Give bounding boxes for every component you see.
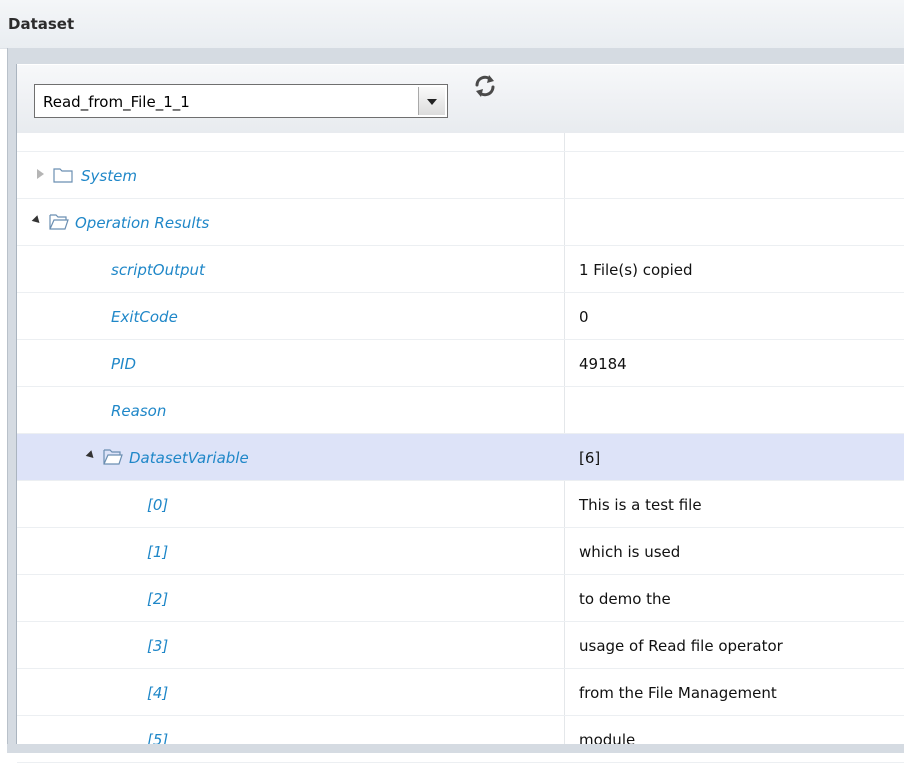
tree-row-item[interactable]: [1] which is used: [17, 528, 904, 575]
tree-row-exit-code[interactable]: ExitCode 0: [17, 293, 904, 340]
tree-row-item[interactable]: [5] module: [17, 716, 904, 763]
folder-open-icon: [103, 449, 123, 465]
tree-label: [2]: [147, 590, 169, 608]
chevron-down-icon[interactable]: [418, 87, 445, 115]
tree-value: to demo the: [579, 590, 671, 608]
tree-label: System: [81, 167, 137, 185]
tree-label: [4]: [147, 684, 169, 702]
tree-row-operation-results[interactable]: Operation Results: [17, 199, 904, 246]
folder-open-icon: [49, 214, 69, 230]
dataset-tree: System Operation Results scriptOutput 1 …: [17, 133, 904, 763]
tree-row-item[interactable]: [2] to demo the: [17, 575, 904, 622]
expand-icon[interactable]: [37, 169, 44, 179]
tree-label: Reason: [111, 402, 167, 420]
tree-value: usage of Read file operator: [579, 637, 783, 655]
dataset-select-value: Read_from_File_1_1: [43, 93, 190, 111]
tree-row-dataset-variable[interactable]: DatasetVariable [6]: [17, 434, 904, 481]
tree-value: 1 File(s) copied: [579, 261, 693, 279]
tree-value: 0: [579, 308, 589, 326]
panel-title: Dataset: [8, 15, 75, 33]
tree-value: from the File Management: [579, 684, 777, 702]
tree-label: [1]: [147, 543, 169, 561]
folder-icon: [53, 168, 73, 183]
tree-row-partial: [17, 133, 904, 152]
tree-label: [0]: [147, 496, 169, 514]
tree-label: PID: [111, 355, 137, 373]
tree-label: DatasetVariable: [129, 449, 249, 467]
tree-row-reason[interactable]: Reason: [17, 387, 904, 434]
refresh-icon[interactable]: [472, 73, 498, 99]
tree-row-item[interactable]: [0] This is a test file: [17, 481, 904, 528]
tree-row-script-output[interactable]: scriptOutput 1 File(s) copied: [17, 246, 904, 293]
tree-label: scriptOutput: [111, 261, 205, 279]
tree-row-system[interactable]: System: [17, 152, 904, 199]
tree-label: ExitCode: [111, 308, 178, 326]
panel-header: Dataset: [0, 0, 904, 49]
panel-footer: [7, 744, 904, 753]
tree-value: This is a test file: [579, 496, 702, 514]
tree-row-item[interactable]: [3] usage of Read file operator: [17, 622, 904, 669]
dataset-select[interactable]: Read_from_File_1_1: [34, 84, 448, 118]
collapse-icon[interactable]: [31, 215, 43, 226]
tree-label: Operation Results: [75, 214, 210, 232]
tree-row-pid[interactable]: PID 49184: [17, 340, 904, 387]
tree-row-item[interactable]: [4] from the File Management: [17, 669, 904, 716]
tree-label: [3]: [147, 637, 169, 655]
collapse-icon[interactable]: [85, 450, 97, 461]
tree-value: 49184: [579, 355, 627, 373]
tree-value: which is used: [579, 543, 681, 561]
tree-value: [6]: [579, 449, 601, 467]
